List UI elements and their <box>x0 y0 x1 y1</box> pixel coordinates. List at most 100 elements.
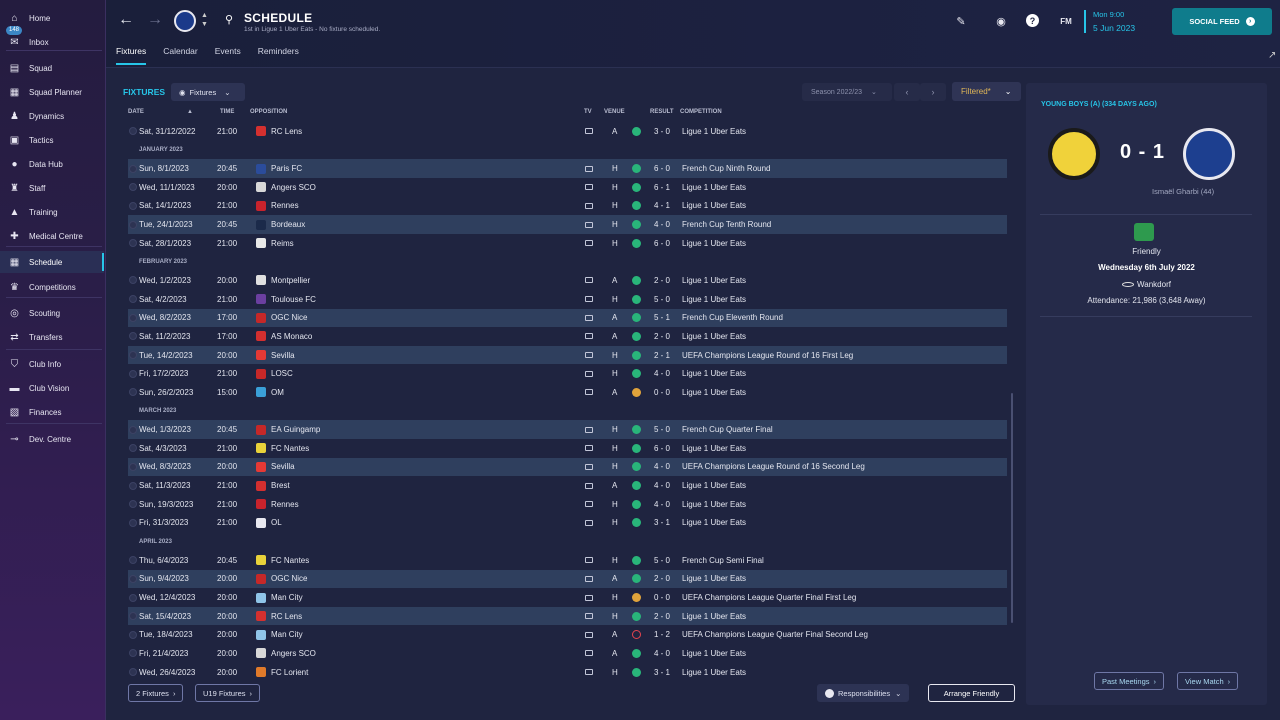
opponent-name[interactable]: Sevilla <box>271 462 295 471</box>
fixture-result[interactable]: 2 - 0 <box>654 332 670 341</box>
fixture-competition[interactable]: Ligue 1 Uber Eats <box>682 649 746 658</box>
fixture-result[interactable]: 4 - 1 <box>654 201 670 210</box>
row-select-checkbox[interactable] <box>129 556 137 565</box>
opponent-name[interactable]: Angers SCO <box>271 183 316 192</box>
opponent-name[interactable]: Man City <box>271 630 303 639</box>
club-switch-icon[interactable]: ▲ ▼ <box>201 11 208 29</box>
fixture-row[interactable]: Sat, 11/2/2023 17:00 AS Monaco A 2 - 0 Ligue … <box>128 327 1007 346</box>
fixture-result[interactable]: 4 - 0 <box>654 220 670 229</box>
fixtures-view-dropdown[interactable]: ◉ Fixtures ⌄ <box>171 83 245 101</box>
fixture-result[interactable]: 2 - 0 <box>654 574 670 583</box>
row-select-checkbox[interactable] <box>129 630 137 639</box>
row-select-checkbox[interactable] <box>129 444 137 453</box>
fixture-result[interactable]: 3 - 1 <box>654 518 670 527</box>
two-fixtures-button[interactable]: 2 Fixtures › <box>128 684 184 702</box>
row-select-checkbox[interactable] <box>129 127 137 136</box>
club-crest[interactable] <box>174 10 196 32</box>
fixture-competition[interactable]: Ligue 1 Uber Eats <box>682 481 746 490</box>
scrollbar[interactable] <box>1011 393 1013 623</box>
prev-season-button[interactable]: ‹ <box>894 83 920 101</box>
help-icon[interactable]: ? <box>1026 14 1039 27</box>
sidebar-item-dev-centre[interactable]: ⊸ Dev. Centre <box>0 428 104 450</box>
sidebar-item-data-hub[interactable]: ● Data Hub <box>0 153 104 175</box>
row-select-checkbox[interactable] <box>129 574 137 583</box>
fixture-competition[interactable]: Ligue 1 Uber Eats <box>682 388 746 397</box>
opponent-name[interactable]: Bordeaux <box>271 220 305 229</box>
sidebar-item-finances[interactable]: ▧ Finances <box>0 401 104 423</box>
fixture-row[interactable]: Wed, 8/3/2023 20:00 Sevilla H 4 - 0 UEFA Cham… <box>128 457 1007 477</box>
u19-fixtures-button[interactable]: U19 Fixtures › <box>195 684 261 702</box>
row-select-checkbox[interactable] <box>129 649 137 658</box>
fixture-row[interactable]: Sun, 19/3/2023 21:00 Rennes H 4 - 0 Ligue 1 U… <box>128 495 1007 514</box>
social-feed-button[interactable]: SOCIAL FEED › <box>1172 8 1272 35</box>
fixture-competition[interactable]: Ligue 1 Uber Eats <box>682 239 746 248</box>
opponent-name[interactable]: FC Nantes <box>271 444 309 453</box>
opponent-name[interactable]: Brest <box>271 481 290 490</box>
globe-icon[interactable]: ◉ <box>994 14 1008 28</box>
sidebar-item-tactics[interactable]: ▣ Tactics <box>0 129 104 151</box>
fixture-competition[interactable]: Ligue 1 Uber Eats <box>682 369 746 378</box>
opponent-name[interactable]: OL <box>271 518 282 527</box>
fixture-result[interactable]: 6 - 0 <box>654 239 670 248</box>
fixture-result[interactable]: 2 - 0 <box>654 276 670 285</box>
sidebar-item-club-info[interactable]: ⛉ Club Info <box>0 353 104 375</box>
row-select-checkbox[interactable] <box>129 276 137 285</box>
fixture-competition[interactable]: UEFA Champions League Quarter Final Firs… <box>682 593 856 602</box>
sidebar-item-schedule[interactable]: ▦ Schedule <box>0 251 104 273</box>
tab-events[interactable]: Events <box>215 46 241 65</box>
sidebar-item-dynamics[interactable]: ♟ Dynamics <box>0 105 104 127</box>
fixture-competition[interactable]: Ligue 1 Uber Eats <box>682 574 746 583</box>
fixture-result[interactable]: 1 - 2 <box>654 630 670 639</box>
row-select-checkbox[interactable] <box>129 295 137 304</box>
search-icon[interactable]: ⚲ <box>225 13 233 26</box>
opponent-name[interactable]: Rennes <box>271 201 299 210</box>
fixture-competition[interactable]: Ligue 1 Uber Eats <box>682 518 746 527</box>
row-select-checkbox[interactable] <box>129 481 137 490</box>
fixture-row[interactable]: Sat, 4/3/2023 21:00 FC Nantes H 6 - 0 Ligue 1… <box>128 439 1007 458</box>
fixture-competition[interactable]: Ligue 1 Uber Eats <box>682 444 746 453</box>
fixture-result[interactable]: 5 - 1 <box>654 313 670 322</box>
row-select-checkbox[interactable] <box>129 220 137 229</box>
opponent-name[interactable]: EA Guingamp <box>271 425 320 434</box>
tab-fixtures[interactable]: Fixtures <box>116 46 147 65</box>
row-select-checkbox[interactable] <box>129 201 137 210</box>
opponent-name[interactable]: FC Lorient <box>271 668 308 677</box>
row-select-checkbox[interactable] <box>129 612 137 621</box>
row-select-checkbox[interactable] <box>129 183 137 192</box>
fixture-row[interactable]: Fri, 31/3/2023 21:00 OL H 3 - 1 Ligue 1 Uber … <box>128 514 1007 533</box>
sidebar-item-scouting[interactable]: ◎ Scouting <box>0 302 104 324</box>
fixture-row[interactable]: Sat, 4/2/2023 21:00 Toulouse FC H 5 - 0 Ligue… <box>128 290 1007 309</box>
fixture-row[interactable]: Sat, 11/3/2023 21:00 Brest A 4 - 0 Ligue 1 Ub… <box>128 476 1007 495</box>
fixture-row[interactable]: Fri, 21/4/2023 20:00 Angers SCO A 4 - 0 Ligue… <box>128 644 1007 663</box>
fixture-result[interactable]: 5 - 0 <box>654 556 670 565</box>
forward-arrow-icon[interactable]: → <box>147 11 163 29</box>
fixture-competition[interactable]: French Cup Ninth Round <box>682 164 771 173</box>
fixture-row[interactable]: Tue, 18/4/2023 20:00 Man City A 1 - 2 UEFA Ch… <box>128 626 1007 645</box>
fixture-result[interactable]: 6 - 1 <box>654 183 670 192</box>
fixture-row[interactable]: Sat, 15/4/2023 20:00 RC Lens H 2 - 0 Ligue 1 … <box>128 606 1007 626</box>
opponent-name[interactable]: AS Monaco <box>271 332 312 341</box>
fixture-competition[interactable]: UEFA Champions League Round of 16 First … <box>682 351 853 360</box>
sidebar-item-club-vision[interactable]: ▬ Club Vision <box>0 377 104 399</box>
fixture-result[interactable]: 4 - 0 <box>654 369 670 378</box>
fixture-row[interactable]: Wed, 11/1/2023 20:00 Angers SCO H 6 - 1 Ligue… <box>128 178 1007 197</box>
row-select-checkbox[interactable] <box>129 388 137 397</box>
fixture-row[interactable]: Sun, 26/2/2023 15:00 OM A 0 - 0 Ligue 1 Uber … <box>128 383 1007 402</box>
row-select-checkbox[interactable] <box>129 164 137 173</box>
back-arrow-icon[interactable]: ← <box>118 11 134 29</box>
fixture-row[interactable]: Wed, 1/2/2023 20:00 Montpellier A 2 - 0 Ligue… <box>128 271 1007 290</box>
fixture-competition[interactable]: Ligue 1 Uber Eats <box>682 276 746 285</box>
fixture-result[interactable]: 0 - 0 <box>654 593 670 602</box>
fixture-competition[interactable]: UEFA Champions League Quarter Final Seco… <box>682 630 868 639</box>
fixture-row[interactable]: Sat, 31/12/2022 21:00 RC Lens A 3 - 0 Ligue 1… <box>128 122 1007 141</box>
fixture-result[interactable]: 5 - 0 <box>654 425 670 434</box>
fixture-competition[interactable]: Ligue 1 Uber Eats <box>682 500 746 509</box>
fixture-result[interactable]: 6 - 0 <box>654 164 670 173</box>
fixture-result[interactable]: 2 - 1 <box>654 351 670 360</box>
fixture-competition[interactable]: French Cup Eleventh Round <box>682 313 783 322</box>
filter-dropdown[interactable]: Filtered* ⌄ <box>952 82 1021 101</box>
fixture-row[interactable]: Sun, 8/1/2023 20:45 Paris FC H 6 - 0 French C… <box>128 159 1007 178</box>
fixture-result[interactable]: 6 - 0 <box>654 444 670 453</box>
row-select-checkbox[interactable] <box>129 518 137 527</box>
fixture-competition[interactable]: Ligue 1 Uber Eats <box>682 332 746 341</box>
